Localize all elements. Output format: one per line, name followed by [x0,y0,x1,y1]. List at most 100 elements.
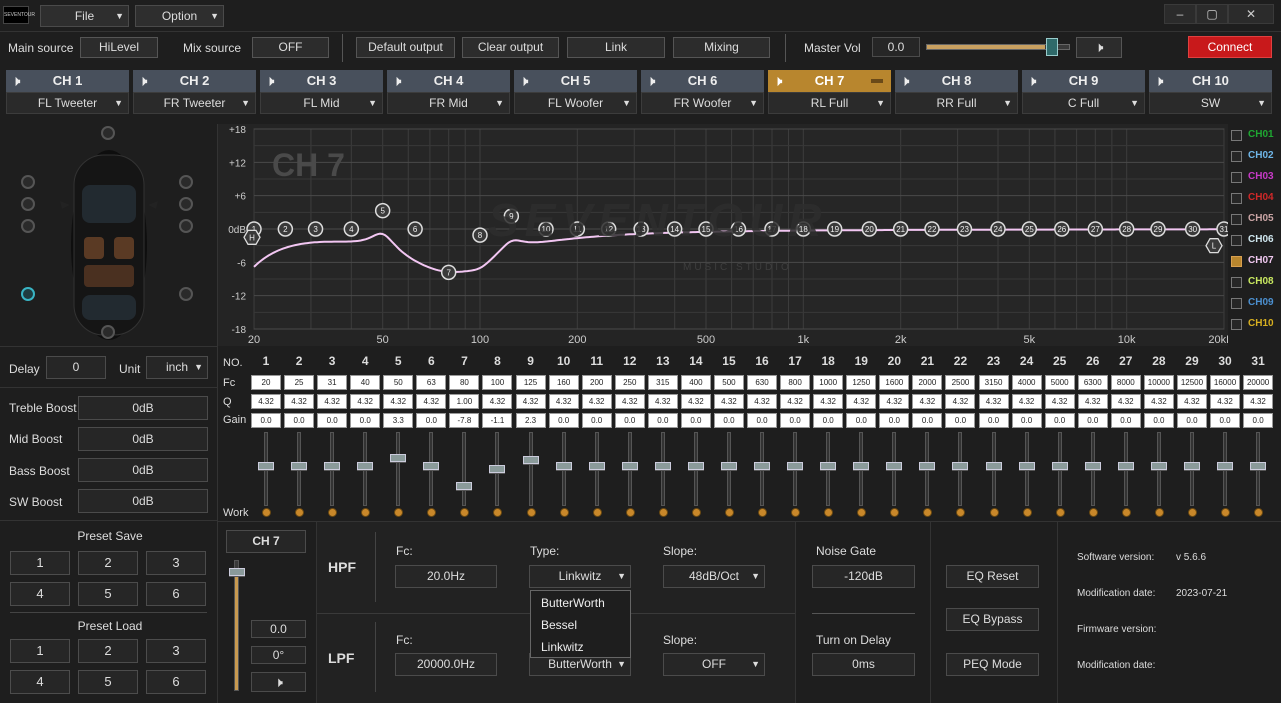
band-work-indicator[interactable] [1221,508,1231,517]
band-work-indicator[interactable] [493,508,503,517]
band-fc-input[interactable]: 800 [780,375,811,390]
band-q-input[interactable]: 4.32 [978,394,1009,409]
channel-output-select[interactable]: SW ▼ [1149,92,1272,114]
hpf-type-select[interactable]: Linkwitz ▼ [529,565,631,588]
legend-checkbox-ch05[interactable] [1231,214,1242,225]
preset-load-button-1[interactable]: 1 [10,639,70,663]
band-q-input[interactable]: 1.00 [449,394,480,409]
band-gain-input[interactable]: 0.0 [1044,413,1075,428]
dropdown-option-bessel[interactable]: Bessel [541,618,577,632]
band-q-input[interactable]: 4.32 [1210,394,1241,409]
channel-tab-header[interactable]: 🕨 CH 6 [641,70,764,92]
band-fc-input[interactable]: 2000 [912,375,943,390]
band-work-indicator[interactable] [857,508,867,517]
band-q-input[interactable]: 4.32 [515,394,546,409]
band-work-indicator[interactable] [526,508,536,517]
preset-save-button-1[interactable]: 1 [10,551,70,575]
band-q-input[interactable]: 4.32 [813,394,844,409]
band-gain-slider[interactable] [555,462,572,470]
band-q-input[interactable]: 4.32 [383,394,414,409]
band-gain-input[interactable]: 0.0 [879,413,910,428]
band-work-indicator[interactable] [890,508,900,517]
band-fc-input[interactable]: 40 [350,375,381,390]
band-gain-slider[interactable] [1018,462,1035,470]
band-gain-input[interactable]: 0.0 [284,413,315,428]
band-q-input[interactable]: 4.32 [1044,394,1075,409]
band-gain-input[interactable]: 0.0 [548,413,579,428]
band-gain-input[interactable]: 0.0 [978,413,1009,428]
channel-tab-3[interactable]: 🕨 CH 3 FL Mid ▼ [260,70,383,114]
channel-tab-5[interactable]: 🕨 CH 5 FL Woofer ▼ [514,70,637,114]
band-fc-input[interactable]: 31 [317,375,348,390]
band-gain-slider[interactable] [1084,462,1101,470]
channel-tab-8[interactable]: 🕨 CH 8 RR Full ▼ [895,70,1018,114]
unit-select[interactable]: inch ▼ [146,356,208,379]
band-gain-input[interactable]: 0.0 [317,413,348,428]
band-gain-input[interactable]: 0.0 [581,413,612,428]
band-fc-input[interactable]: 5000 [1044,375,1075,390]
noise-gate-input[interactable]: -120dB [812,565,915,588]
band-fc-input[interactable]: 125 [515,375,546,390]
channel-vol-value[interactable]: 0.0 [251,620,306,638]
band-work-indicator[interactable] [460,508,470,517]
master-vol-handle[interactable] [1046,38,1058,56]
band-work-indicator[interactable] [361,508,371,517]
legend-checkbox-ch01[interactable] [1231,130,1242,141]
eq-bypass-button[interactable]: EQ Bypass [946,608,1039,631]
band-q-input[interactable]: 4.32 [350,394,381,409]
hpf-fc-input[interactable]: 20.0Hz [395,565,497,588]
band-q-input[interactable]: 4.32 [713,394,744,409]
band-gain-slider[interactable] [357,462,374,470]
band-fc-input[interactable]: 2500 [945,375,976,390]
band-gain-slider[interactable] [423,462,440,470]
channel-tab-header[interactable]: 🕨 CH 3 [260,70,383,92]
channel-tab-header[interactable]: 🕨 CH 1 [6,70,129,92]
band-q-input[interactable]: 4.32 [581,394,612,409]
band-q-input[interactable]: 4.32 [1243,394,1274,409]
channel-output-select[interactable]: FR Woofer ▼ [641,92,764,114]
legend-checkbox-ch04[interactable] [1231,193,1242,204]
band-q-input[interactable]: 4.32 [548,394,579,409]
band-fc-input[interactable]: 400 [680,375,711,390]
band-q-input[interactable]: 4.32 [1110,394,1141,409]
delay-input[interactable]: 0 [46,356,106,379]
band-q-input[interactable]: 4.32 [747,394,778,409]
band-q-input[interactable]: 4.32 [317,394,348,409]
preset-load-button-6[interactable]: 6 [146,670,206,694]
band-fc-input[interactable]: 6300 [1077,375,1108,390]
band-q-input[interactable]: 4.32 [284,394,315,409]
band-q-input[interactable]: 4.32 [945,394,976,409]
band-gain-slider[interactable] [754,462,771,470]
band-fc-input[interactable]: 16000 [1210,375,1241,390]
band-work-indicator[interactable] [394,508,404,517]
band-fc-input[interactable]: 100 [482,375,513,390]
band-gain-slider[interactable] [291,462,308,470]
preset-save-button-3[interactable]: 3 [146,551,206,575]
band-gain-slider[interactable] [1051,462,1068,470]
channel-output-select[interactable]: FR Tweeter ▼ [133,92,256,114]
speaker-position-dot[interactable] [179,287,193,301]
band-fc-input[interactable]: 10000 [1143,375,1174,390]
band-work-indicator[interactable] [658,508,668,517]
speaker-position-dot[interactable] [21,197,35,211]
speaker-position-dot[interactable] [21,219,35,233]
band-gain-slider[interactable] [588,462,605,470]
file-menu[interactable]: File ▼ [40,5,129,27]
maximize-button[interactable]: ▢ [1196,4,1228,24]
close-button[interactable]: ✕ [1228,4,1274,24]
bass-boost-value[interactable]: 0dB [78,458,208,482]
main-source-select[interactable]: HiLevel [80,37,158,58]
band-fc-input[interactable]: 1000 [813,375,844,390]
band-gain-input[interactable]: 0.0 [780,413,811,428]
preset-load-button-3[interactable]: 3 [146,639,206,663]
band-fc-input[interactable]: 1250 [846,375,877,390]
band-gain-slider[interactable] [324,462,341,470]
channel-tab-header[interactable]: 🕨 CH 2 [133,70,256,92]
band-work-indicator[interactable] [1254,508,1264,517]
dropdown-option-linkwitz[interactable]: Linkwitz [541,640,584,654]
option-menu[interactable]: Option ▼ [135,5,224,27]
band-gain-slider[interactable] [820,462,837,470]
band-fc-input[interactable]: 20000 [1243,375,1274,390]
band-work-indicator[interactable] [1121,508,1131,517]
speaker-position-dot[interactable] [101,325,115,339]
